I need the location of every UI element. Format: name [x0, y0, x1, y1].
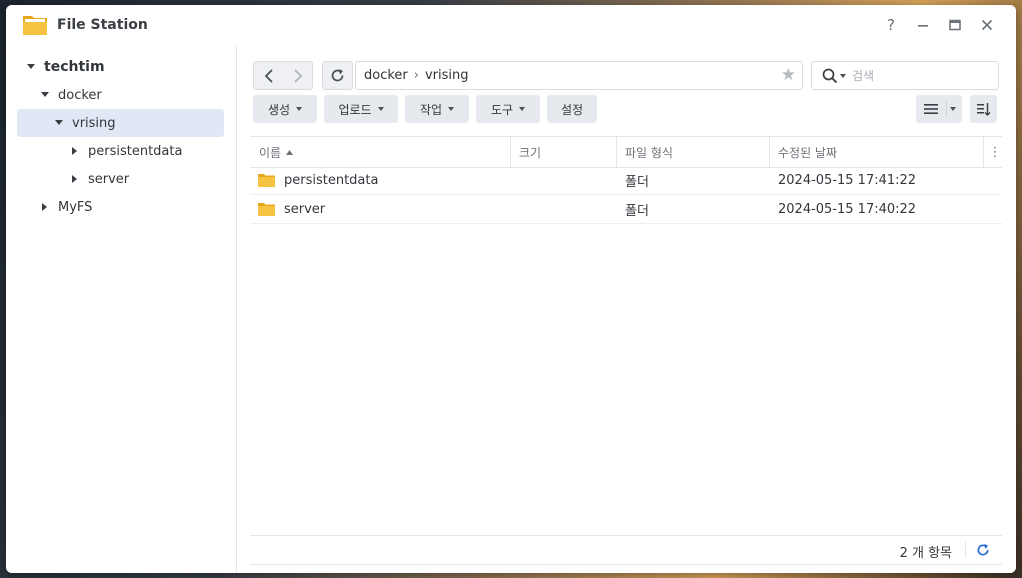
- forward-icon: [293, 68, 302, 83]
- minimize-icon: [918, 25, 928, 27]
- tree-item-persistentdata[interactable]: persistentdata: [68, 137, 224, 165]
- sort-button[interactable]: [970, 95, 997, 123]
- expand-right-icon: [68, 147, 82, 155]
- tree-item-label: persistentdata: [88, 143, 183, 159]
- title-bar: File Station ?: [6, 5, 1016, 46]
- table-header: 이름 크기 파일 형식 수정된 날짜 ⋮: [250, 136, 1002, 168]
- close-icon: [981, 19, 993, 31]
- column-modified[interactable]: 수정된 날짜: [778, 137, 837, 167]
- tree-root-techtim[interactable]: techtim: [24, 53, 224, 81]
- chevron-down-icon: [448, 107, 455, 111]
- expand-down-icon: [38, 92, 52, 98]
- expand-down-icon: [52, 120, 66, 126]
- tools-button[interactable]: 도구: [476, 95, 540, 123]
- table-row[interactable]: persistentdata 폴더 2024-05-15 17:41:22: [250, 166, 1002, 195]
- column-size-label: 크기: [519, 145, 542, 160]
- tree-item-server[interactable]: server: [68, 165, 224, 193]
- chevron-down-icon: [950, 107, 956, 111]
- minimize-button[interactable]: [912, 14, 934, 36]
- refresh-icon[interactable]: [976, 543, 990, 557]
- folder-app-icon: [23, 16, 47, 35]
- expand-right-icon: [68, 175, 82, 183]
- maximize-button[interactable]: [944, 14, 966, 36]
- folder-icon: [258, 174, 275, 187]
- chevron-down-icon: [519, 107, 526, 111]
- column-options-button[interactable]: ⋮: [988, 137, 1002, 167]
- app-title: File Station: [57, 17, 148, 33]
- list-view-icon: [924, 104, 938, 114]
- file-type: 폴더: [625, 203, 649, 219]
- file-station-window: File Station ? techtim docker vrising pe…: [6, 5, 1016, 573]
- chevron-down-icon: [377, 107, 384, 111]
- create-label: 생성: [267, 102, 291, 117]
- file-name: server: [284, 201, 326, 217]
- chevron-down-icon: [296, 107, 303, 111]
- tree-item-label: MyFS: [58, 199, 93, 215]
- help-icon: ?: [887, 16, 895, 34]
- tree-item-docker[interactable]: docker: [38, 81, 224, 109]
- expand-right-icon: [38, 203, 52, 211]
- upload-label: 업로드: [338, 102, 372, 117]
- search-box[interactable]: 검색: [811, 61, 999, 90]
- breadcrumb-vrising[interactable]: vrising: [425, 68, 469, 83]
- file-name-cell: persistentdata: [258, 166, 378, 194]
- tree-item-vrising[interactable]: vrising: [17, 109, 224, 137]
- close-button[interactable]: [976, 14, 998, 36]
- expand-down-icon: [24, 64, 38, 70]
- column-type-label: 파일 형식: [625, 145, 673, 160]
- status-footer: 2 개 항목: [250, 535, 1002, 565]
- search-dropdown-icon[interactable]: [840, 73, 846, 78]
- column-type[interactable]: 파일 형식: [625, 137, 673, 167]
- sidebar: techtim docker vrising persistentdata se…: [6, 45, 237, 573]
- item-count: 2 개 항목: [899, 546, 952, 561]
- breadcrumb-separator: ›: [413, 68, 419, 83]
- settings-button[interactable]: 설정: [547, 95, 597, 123]
- view-mode-button[interactable]: [916, 95, 962, 123]
- back-icon: [264, 68, 273, 83]
- action-label: 작업: [419, 102, 443, 117]
- tools-label: 도구: [490, 102, 514, 117]
- refresh-icon: [331, 69, 344, 82]
- tree-item-label: vrising: [72, 115, 116, 131]
- column-modified-label: 수정된 날짜: [778, 145, 838, 160]
- file-name: persistentdata: [284, 172, 379, 188]
- table-row[interactable]: server 폴더 2024-05-15 17:40:22: [250, 195, 1002, 224]
- tree-item-label: server: [88, 171, 130, 187]
- breadcrumb-docker[interactable]: docker: [364, 68, 408, 83]
- folder-icon: [258, 203, 275, 216]
- file-modified: 2024-05-15 17:41:22: [778, 172, 917, 188]
- column-size[interactable]: 크기: [519, 137, 541, 167]
- refresh-button[interactable]: [322, 61, 353, 90]
- search-placeholder: 검색: [852, 69, 875, 83]
- main-panel: docker › vrising ★ 검색 생성 업로드 작업 도구 설정 이름…: [237, 45, 1016, 573]
- settings-label: 설정: [560, 102, 584, 117]
- tree-item-label: docker: [58, 87, 102, 103]
- file-modified: 2024-05-15 17:40:22: [778, 201, 917, 217]
- file-name-cell: server: [258, 195, 325, 223]
- path-bar[interactable]: docker › vrising ★: [355, 61, 803, 90]
- tree-root-label: techtim: [44, 59, 105, 75]
- more-icon: ⋮: [988, 144, 1002, 160]
- search-icon[interactable]: [822, 68, 838, 84]
- favorite-star-icon[interactable]: ★: [781, 65, 796, 85]
- action-button[interactable]: 작업: [405, 95, 469, 123]
- sort-ascending-icon: [286, 149, 294, 155]
- help-button[interactable]: ?: [880, 14, 902, 36]
- tree-item-myfs[interactable]: MyFS: [38, 193, 224, 221]
- create-button[interactable]: 생성: [253, 95, 317, 123]
- column-name[interactable]: 이름: [259, 137, 294, 167]
- column-name-label: 이름: [259, 145, 282, 160]
- upload-button[interactable]: 업로드: [324, 95, 398, 123]
- maximize-icon: [949, 19, 961, 31]
- back-button[interactable]: [253, 61, 284, 90]
- sort-icon: [976, 102, 990, 116]
- file-type: 폴더: [625, 174, 649, 190]
- forward-button[interactable]: [283, 61, 313, 90]
